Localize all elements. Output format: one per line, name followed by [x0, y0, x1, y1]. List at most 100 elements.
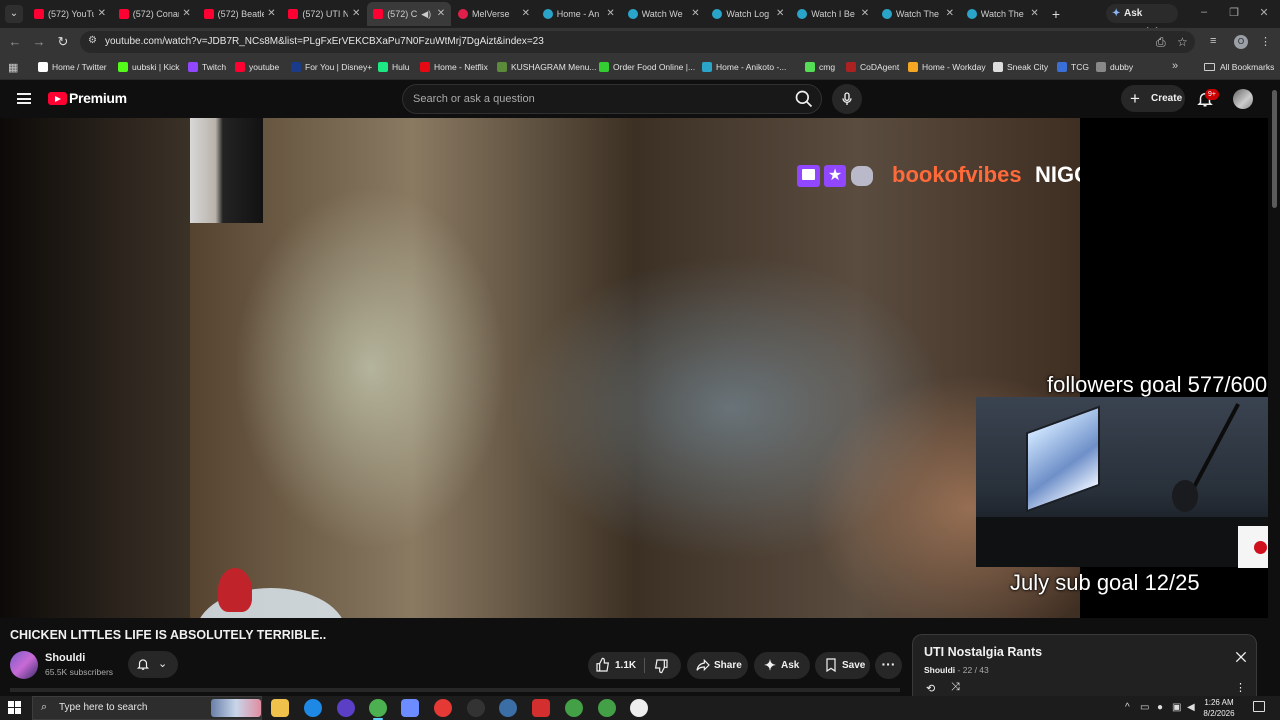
gamepad-icon[interactable] — [401, 699, 419, 717]
close-icon[interactable] — [1233, 649, 1249, 665]
loop-icon[interactable]: ⟲ — [926, 682, 935, 695]
browser-tab[interactable]: Watch I Be ✕ — [791, 2, 875, 26]
bookmark-item[interactable]: Sneak City — [993, 56, 1048, 80]
page-scrollbar[interactable] — [1270, 80, 1280, 696]
more-bookmarks-icon[interactable]: » — [1172, 60, 1178, 72]
browser-tab[interactable]: Watch Log ✕ — [706, 2, 790, 26]
share-button[interactable]: Share — [687, 652, 748, 679]
ask-button[interactable]: ✦ Ask — [754, 652, 810, 679]
obs-icon[interactable] — [467, 699, 485, 717]
microphone-tray-icon[interactable]: ● — [1157, 702, 1163, 713]
close-tab-icon[interactable]: ✕ — [352, 2, 360, 26]
close-tab-icon[interactable]: ✕ — [1030, 2, 1038, 26]
tab-search-button[interactable]: ⌄ — [5, 5, 23, 23]
bookmark-item[interactable]: youtube — [235, 56, 279, 80]
like-icon[interactable] — [595, 657, 611, 673]
account-avatar[interactable] — [1233, 89, 1253, 109]
search-input[interactable] — [413, 85, 783, 113]
save-button[interactable]: Save — [815, 652, 870, 679]
browser-tab[interactable]: Watch The ✕ — [961, 2, 1045, 26]
bookmark-star-icon[interactable]: ☆ — [1177, 35, 1188, 49]
shuffle-icon[interactable]: ⤨ — [951, 681, 960, 694]
bookmark-item[interactable]: For You | Disney+ — [291, 56, 372, 80]
playlist-owner[interactable]: Shouldi — [924, 665, 955, 675]
bookmark-item[interactable]: Hulu — [378, 56, 409, 80]
display-icon[interactable]: ▣ — [1172, 702, 1181, 713]
close-tab-icon[interactable]: ✕ — [182, 2, 190, 26]
browser-tab[interactable]: (572) Beatles✕ — [198, 2, 282, 26]
close-tab-icon[interactable]: ✕ — [691, 2, 699, 26]
browser-tab[interactable]: Watch The ✕ — [876, 2, 960, 26]
media-controls-icon[interactable]: ≡ — [1210, 35, 1216, 47]
show-hidden-icons-icon[interactable]: ^ — [1125, 702, 1130, 713]
video-frame[interactable] — [190, 118, 1080, 618]
browser-tab[interactable]: (572) C ◀) ✕ — [367, 2, 452, 26]
browser-tab[interactable]: Watch We ✕ — [622, 2, 706, 26]
notification-center-icon[interactable] — [1253, 701, 1265, 712]
close-tab-icon[interactable]: ✕ — [861, 2, 869, 26]
forward-arrow-icon[interactable]: → — [31, 34, 47, 50]
subscription-bell-button[interactable]: ⌄ — [128, 651, 178, 678]
scrollbar-thumb[interactable] — [1272, 90, 1277, 208]
bookmark-item[interactable]: TCG — [1057, 56, 1089, 80]
reload-icon[interactable]: ↻ — [55, 34, 71, 50]
video-player[interactable]: ★ bookofvibes NIGG followers goal 577/60… — [0, 118, 1268, 618]
network-icon[interactable]: ▭ — [1140, 702, 1149, 713]
chrome-profile-2-icon[interactable] — [565, 699, 583, 717]
close-tab-icon[interactable]: ✕ — [946, 2, 954, 26]
channel-name[interactable]: Shouldi — [45, 652, 85, 664]
minimize-icon[interactable]: – — [1196, 6, 1212, 18]
close-tab-icon[interactable]: ✕ — [522, 2, 530, 26]
chrome-profile-3-icon[interactable] — [598, 699, 616, 717]
close-tab-icon[interactable]: ✕ — [98, 2, 106, 26]
discord-icon[interactable] — [337, 699, 355, 717]
dislike-icon[interactable] — [653, 658, 669, 674]
file-explorer-icon[interactable] — [271, 699, 289, 717]
all-bookmarks-button[interactable]: All Bookmarks — [1204, 56, 1274, 80]
clock-app-icon[interactable] — [630, 699, 648, 717]
app-orb-icon[interactable] — [499, 699, 517, 717]
taskbar-clock[interactable]: 1:26 AM 8/2/2026 — [1196, 697, 1242, 719]
guide-menu-icon[interactable] — [17, 93, 31, 104]
ask-gemini-button[interactable]: ✦ Ask Gemini — [1106, 4, 1178, 38]
more-actions-icon[interactable]: ··· — [875, 652, 902, 679]
browser-tab[interactable]: MelVerse ✕ — [452, 2, 536, 26]
windows-start-icon[interactable] — [8, 701, 22, 715]
bookmark-item[interactable]: Home / Twitter — [38, 56, 107, 80]
bookmark-item[interactable]: Home - Anikoto -... — [702, 56, 786, 80]
close-window-icon[interactable]: ✕ — [1256, 6, 1272, 19]
chrome-icon[interactable] — [369, 699, 387, 720]
channel-avatar[interactable] — [10, 651, 38, 679]
bookmark-item[interactable]: cmg — [805, 56, 835, 80]
close-tab-icon[interactable]: ✕ — [776, 2, 784, 26]
media-player-icon[interactable] — [434, 699, 452, 717]
close-tab-icon[interactable]: ✕ — [606, 2, 614, 26]
url-text[interactable]: youtube.com/watch?v=JDB7R_NCs8M&list=PLg… — [105, 31, 544, 53]
bookmark-item[interactable]: uubski | Kick — [118, 56, 180, 80]
search-icon[interactable] — [794, 89, 814, 109]
close-tab-icon[interactable]: ✕ — [267, 2, 275, 26]
playlist-title[interactable]: UTI Nostalgia Rants — [924, 645, 1042, 659]
bookmark-item[interactable]: Home - Workday — [908, 56, 986, 80]
bookmark-item[interactable]: Home - Netflix — [420, 56, 488, 80]
address-bar[interactable]: ⚙ youtube.com/watch?v=JDB7R_NCs8M&list=P… — [80, 31, 1195, 53]
youtube-premium-logo-text[interactable]: Premium — [69, 90, 127, 106]
back-arrow-icon[interactable]: ← — [7, 34, 23, 50]
voice-search-button[interactable] — [832, 84, 862, 114]
edge-icon[interactable] — [304, 699, 322, 717]
bookmark-item[interactable]: CoDAgent — [846, 56, 899, 80]
browser-profile-avatar[interactable]: O — [1234, 35, 1248, 49]
taskbar-search-box[interactable]: ⌕ Type here to search — [32, 696, 262, 720]
like-count[interactable]: 1.1K — [615, 652, 636, 679]
bookmark-item[interactable]: dubby — [1096, 56, 1133, 80]
audio-playing-icon[interactable]: ◀) — [421, 2, 431, 26]
youtube-logo-icon[interactable] — [48, 92, 67, 105]
close-tab-icon[interactable]: ✕ — [437, 2, 445, 26]
bookmark-item[interactable]: KUSHAGRAM Menu... — [497, 56, 597, 80]
new-tab-button[interactable]: + — [1047, 5, 1065, 23]
bookmark-item[interactable]: Twitch — [188, 56, 226, 80]
browser-tab[interactable]: Home - An ✕ — [537, 2, 621, 26]
search-box[interactable] — [402, 84, 822, 114]
volume-icon[interactable]: ◀ — [1187, 702, 1195, 713]
bookmark-item[interactable]: Order Food Online |... — [599, 56, 695, 80]
